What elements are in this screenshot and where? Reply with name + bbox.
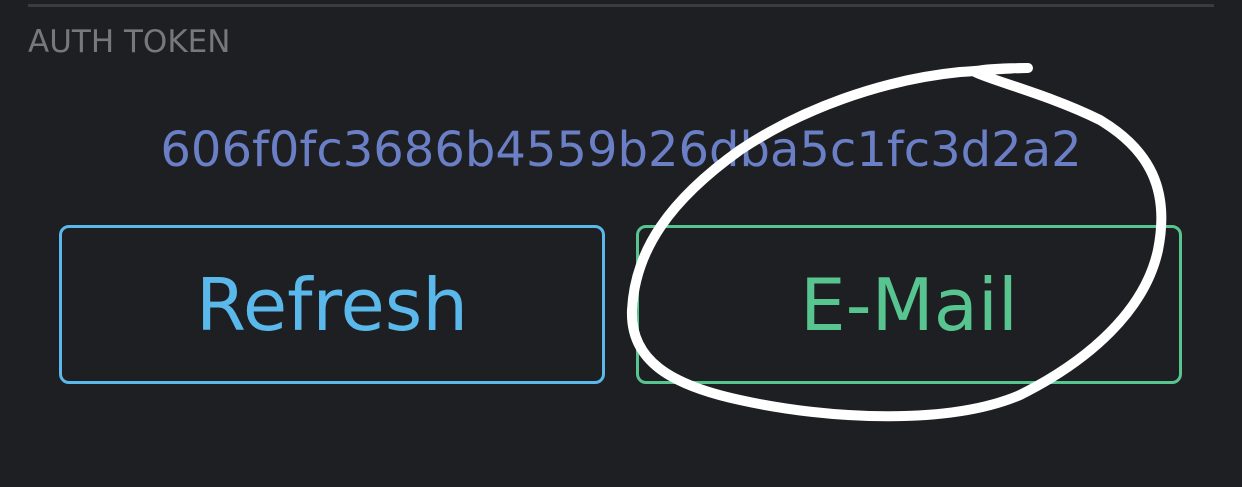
email-button-label: E-Mail <box>800 262 1018 347</box>
auth-token-value: 606f0fc3686b4559b26dba5c1fc3d2a2 <box>160 122 1082 178</box>
refresh-button[interactable]: Refresh <box>59 225 605 384</box>
section-divider <box>28 4 1214 7</box>
email-button[interactable]: E-Mail <box>636 225 1182 384</box>
auth-token-section: AUTH TOKEN 606f0fc3686b4559b26dba5c1fc3d… <box>0 0 1242 487</box>
section-label: AUTH TOKEN <box>28 24 231 60</box>
refresh-button-label: Refresh <box>196 262 468 347</box>
